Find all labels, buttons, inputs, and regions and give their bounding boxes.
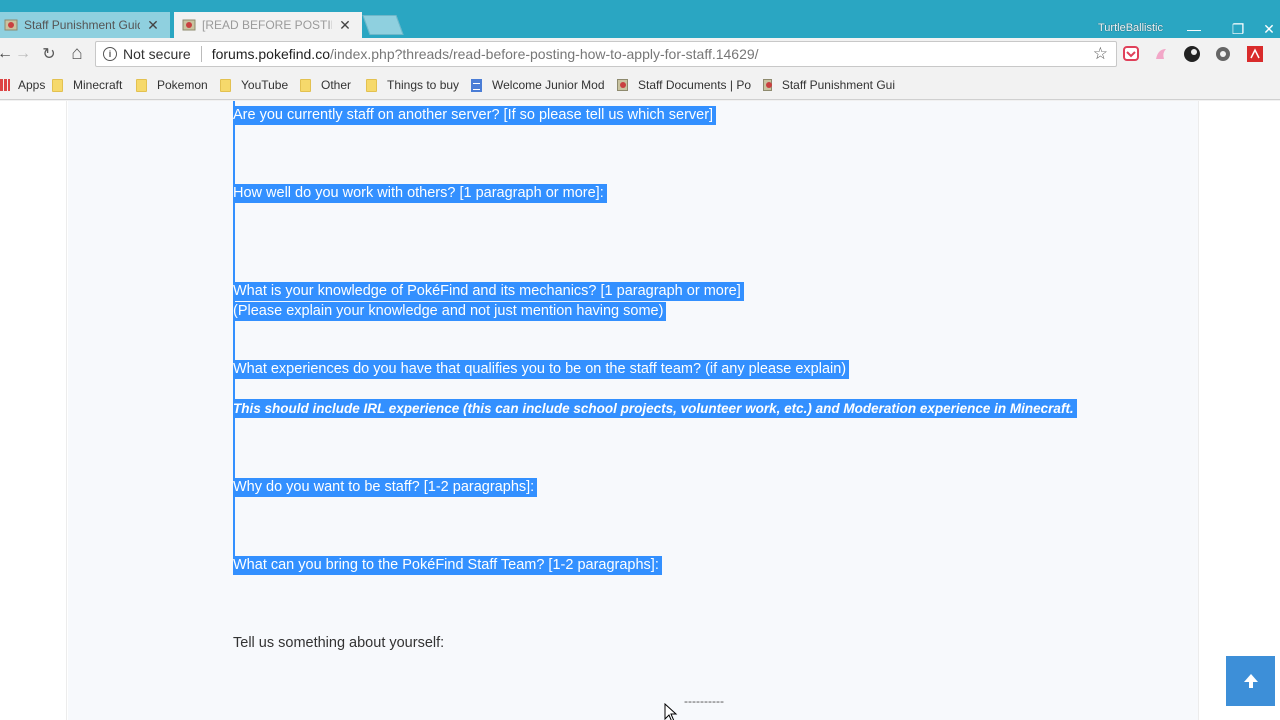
divider (200, 46, 202, 62)
tab-close-icon[interactable]: ✕ (338, 17, 352, 34)
bookmark-star-icon[interactable]: ☆ (1093, 44, 1108, 64)
question-bring-to-team: What can you bring to the PokéFind Staff… (233, 556, 662, 575)
folder-icon (52, 78, 63, 92)
home-button[interactable]: ⌂ (66, 43, 88, 64)
forward-button[interactable]: → (12, 44, 34, 64)
reload-button[interactable]: ↻ (38, 44, 60, 64)
folder-icon (300, 78, 311, 92)
folder-icon (220, 78, 231, 92)
scroll-to-top-button[interactable] (1226, 656, 1275, 706)
bookmarks-bar: Apps Minecraft Pokemon YouTube Other Thi… (0, 70, 1280, 100)
question-experiences-note: This should include IRL experience (this… (233, 399, 1077, 418)
bookmark-label: YouTube (241, 78, 289, 92)
tab-label: Staff Punishment Guidel (24, 18, 140, 32)
tab-label: [READ BEFORE POSTING (202, 18, 332, 32)
new-tab-button[interactable] (362, 15, 404, 35)
bookmark-label: Minecraft (73, 78, 123, 92)
bookmark-label: Welcome Junior Mod (492, 78, 605, 92)
question-knowledge: What is your knowledge of PokéFind and i… (233, 282, 744, 301)
bookmark-things-to-buy[interactable]: Things to buy (366, 77, 459, 93)
section-divider: ---------- (684, 694, 724, 708)
bookmark-youtube[interactable]: YouTube (220, 77, 288, 93)
bookmark-label: Pokemon (157, 78, 208, 92)
info-icon[interactable]: i (103, 47, 117, 61)
bookmark-minecraft[interactable]: Minecraft (52, 77, 122, 93)
doc-icon (471, 78, 482, 92)
site-icon (763, 79, 772, 91)
bookmark-welcome-junior-mod[interactable]: Welcome Junior Mod (471, 77, 605, 93)
page-margin-left (0, 101, 67, 720)
folder-icon (136, 78, 147, 92)
pdf-extension-icon[interactable] (1246, 45, 1264, 63)
bookmark-other[interactable]: Other (300, 77, 351, 93)
tab-read-before-posting[interactable]: [READ BEFORE POSTING ✕ (174, 12, 362, 38)
apps-icon (0, 79, 10, 91)
bookmark-label: Apps (18, 78, 46, 92)
profile-name[interactable]: TurtleBallistic (1098, 22, 1163, 34)
pocket-extension-icon[interactable] (1122, 45, 1140, 63)
url-path[interactable]: /index.php?threads/read-before-posting-h… (330, 46, 759, 62)
question-work-with-others: How well do you work with others? [1 par… (233, 184, 607, 203)
color-picker-extension-icon[interactable] (1183, 45, 1201, 63)
bookmark-label: Staff Punishment Gui (781, 78, 895, 92)
selection-left-edge (233, 101, 235, 574)
bookmark-pokemon[interactable]: Pokemon (136, 77, 208, 93)
mouse-cursor-icon (664, 702, 678, 720)
question-knowledge-note: (Please explain your knowledge and not j… (233, 302, 667, 321)
tab-staff-punishment[interactable]: Staff Punishment Guidel ✕ (0, 12, 170, 38)
page-viewport: Are you currently staff on another serve… (0, 101, 1280, 720)
address-bar[interactable]: i Not secure forums.pokefind.co /index.p… (95, 41, 1117, 67)
unicorn-extension-icon[interactable] (1152, 45, 1170, 63)
bookmark-label: Other (321, 78, 352, 92)
site-icon (617, 79, 629, 91)
gear-extension-icon[interactable] (1214, 45, 1232, 63)
tab-strip: Staff Punishment Guidel ✕ [READ BEFORE P… (0, 8, 1280, 38)
bookmark-staff-documents[interactable]: Staff Documents | Po (617, 77, 751, 93)
url-host[interactable]: forums.pokefind.co (212, 46, 330, 62)
site-favicon-icon (4, 18, 18, 32)
folder-icon (366, 78, 377, 92)
bookmark-apps[interactable]: Apps (0, 77, 45, 93)
question-about-yourself: Tell us something about yourself: (233, 635, 445, 651)
window-top-strip (0, 0, 1280, 8)
browser-toolbar: ← → ↻ ⌂ i Not secure forums.pokefind.co … (0, 38, 1280, 70)
bookmark-label: Things to buy (387, 78, 460, 92)
question-experiences: What experiences do you have that qualif… (233, 360, 850, 379)
arrow-up-icon (1243, 674, 1258, 688)
site-favicon-icon (182, 18, 196, 32)
question-current-staff: Are you currently staff on another serve… (233, 106, 717, 125)
tab-close-icon[interactable]: ✕ (146, 17, 160, 34)
question-why-staff: Why do you want to be staff? [1-2 paragr… (233, 478, 538, 497)
bookmark-label: Staff Documents | Po (638, 78, 751, 92)
security-status[interactable]: Not secure (123, 46, 191, 62)
bookmark-staff-punishment[interactable]: Staff Punishment Gui (763, 77, 895, 93)
page-margin-right (1198, 101, 1280, 720)
